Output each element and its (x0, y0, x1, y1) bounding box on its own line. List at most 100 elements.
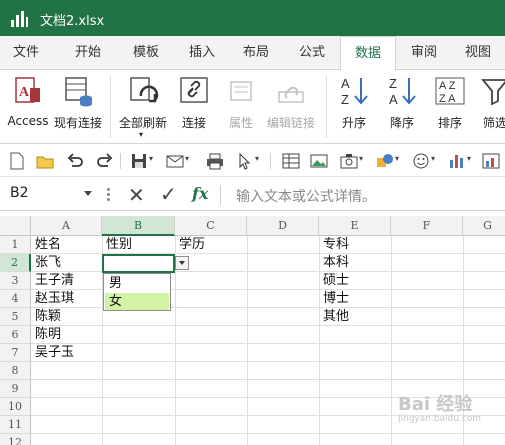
formula-input[interactable]: 输入文本或公式详情。 (236, 186, 376, 206)
tab-home[interactable]: 开始 (60, 36, 116, 70)
mail-icon[interactable] (166, 152, 184, 170)
tab-templates[interactable]: 模板 (118, 36, 174, 70)
access-button[interactable]: A Access (6, 74, 50, 140)
column-header-a[interactable]: A (31, 216, 102, 236)
toolbar-separator (270, 153, 271, 169)
new-document-icon[interactable] (8, 152, 26, 170)
edit-links-button[interactable]: 编辑链接 (262, 74, 320, 140)
filter-button[interactable]: 筛选 (478, 74, 505, 140)
cancel-icon[interactable]: ✕ (128, 183, 145, 207)
ribbon-separator (326, 76, 327, 138)
select-all-corner[interactable] (0, 216, 31, 236)
column-header-e[interactable]: E (319, 216, 391, 236)
print-icon[interactable] (206, 152, 224, 170)
sort-dialog-icon: A ZZ A (434, 74, 466, 108)
open-folder-icon[interactable] (36, 152, 54, 170)
cell-a7[interactable]: 吴子玉 (32, 344, 102, 362)
camera-icon[interactable] (340, 152, 358, 170)
ribbon-separator (110, 76, 111, 138)
cell-c1[interactable]: 学历 (176, 236, 247, 254)
insert-function-button[interactable]: fx (192, 184, 208, 203)
existing-connection-button[interactable]: 现有连接 (52, 74, 104, 140)
chevron-down-icon[interactable]: ▾ (431, 154, 435, 163)
properties-button[interactable]: 属性 (222, 74, 260, 140)
check-icon[interactable]: ✓ (160, 182, 177, 206)
chart-options-icon[interactable] (482, 152, 500, 170)
dropdown-arrow-icon[interactable] (175, 256, 189, 270)
cell-e2[interactable]: 本科 (320, 254, 391, 272)
gridline (31, 379, 505, 380)
row-header-6[interactable]: 6 (0, 326, 31, 344)
row-header-4[interactable]: 4 (0, 290, 31, 308)
shapes-icon[interactable] (376, 152, 394, 170)
chevron-down-icon[interactable]: ▾ (395, 154, 399, 163)
cell-a5[interactable]: 陈颖 (32, 308, 102, 326)
svg-text:A: A (19, 85, 30, 100)
sort-button[interactable]: A ZZ A 排序 (430, 74, 470, 140)
chevron-down-icon[interactable]: ▾ (185, 154, 189, 163)
active-cell-b2[interactable] (102, 254, 175, 273)
smiley-icon[interactable] (412, 152, 430, 170)
connections-button[interactable]: 连接 (174, 74, 214, 140)
row-header-8[interactable]: 8 (0, 362, 31, 380)
pointer-icon[interactable] (236, 152, 254, 170)
table-icon[interactable] (282, 152, 300, 170)
sort-descending-button[interactable]: ZA 降序 (382, 74, 422, 140)
cell-a3[interactable]: 王子清 (32, 272, 102, 290)
chevron-down-icon[interactable]: ▾ (359, 154, 363, 163)
database-table-icon (62, 74, 94, 108)
spreadsheet-grid[interactable]: A B C D E F G 1 2 3 4 5 6 7 8 9 10 11 12… (0, 216, 505, 445)
row-header-9[interactable]: 9 (0, 380, 31, 398)
chevron-down-icon[interactable] (84, 191, 92, 196)
cell-a4[interactable]: 赵玉琪 (32, 290, 102, 308)
tab-layout[interactable]: 布局 (228, 36, 284, 70)
row-header-2[interactable]: 2 (0, 254, 31, 272)
svg-text:Z: Z (341, 92, 349, 107)
gridline (31, 433, 505, 434)
row-header-3[interactable]: 3 (0, 272, 31, 290)
column-header-b[interactable]: B (102, 216, 175, 236)
chevron-down-icon[interactable]: ▾ (255, 154, 259, 163)
row-header-1[interactable]: 1 (0, 236, 31, 254)
tab-formulas[interactable]: 公式 (284, 36, 340, 70)
redo-icon[interactable] (96, 152, 114, 170)
sort-ascending-button[interactable]: AZ 升序 (334, 74, 374, 140)
cell-a2[interactable]: 张飞 (32, 254, 102, 272)
cell-e3[interactable]: 硕士 (320, 272, 391, 290)
save-icon[interactable] (130, 152, 148, 170)
cell-e5[interactable]: 其他 (320, 308, 391, 326)
undo-icon[interactable] (66, 152, 84, 170)
tab-insert[interactable]: 插入 (174, 36, 230, 70)
bar-chart-icon[interactable] (448, 152, 466, 170)
picture-icon[interactable] (310, 152, 328, 170)
tab-data[interactable]: 数据 (340, 36, 396, 71)
cell-a6[interactable]: 陈明 (32, 326, 102, 344)
name-box[interactable]: B2 (10, 185, 29, 201)
chevron-down-icon[interactable]: ▾ (149, 154, 153, 163)
row-header-10[interactable]: 10 (0, 398, 31, 416)
row-header-7[interactable]: 7 (0, 344, 31, 362)
row-header-5[interactable]: 5 (0, 308, 31, 326)
dropdown-option-female[interactable]: 女 (105, 293, 169, 310)
cell-e4[interactable]: 博士 (320, 290, 391, 308)
gridline (247, 236, 248, 445)
svg-text:A Z: A Z (439, 80, 456, 92)
dropdown-option-male[interactable]: 男 (105, 275, 169, 292)
cell-b1[interactable]: 性别 (103, 236, 175, 254)
access-icon: A (12, 74, 44, 108)
column-header-g[interactable]: G (463, 216, 505, 236)
row-header-12[interactable]: 12 (0, 434, 31, 445)
chevron-down-icon[interactable]: ▾ (467, 154, 471, 163)
drag-handle-icon[interactable] (107, 188, 110, 202)
row-header-11[interactable]: 11 (0, 416, 31, 434)
column-header-c[interactable]: C (175, 216, 247, 236)
svg-text:Z A: Z A (439, 93, 456, 105)
cell-a1[interactable]: 姓名 (32, 236, 102, 254)
column-header-f[interactable]: F (391, 216, 463, 236)
refresh-all-button[interactable]: 全部刷新 ▾ (116, 74, 170, 140)
tab-file[interactable]: 文件 (0, 36, 52, 70)
tab-view[interactable]: 视图 (452, 36, 504, 70)
cell-e1[interactable]: 专科 (320, 236, 391, 254)
column-header-d[interactable]: D (247, 216, 319, 236)
tab-review[interactable]: 审阅 (398, 36, 450, 70)
